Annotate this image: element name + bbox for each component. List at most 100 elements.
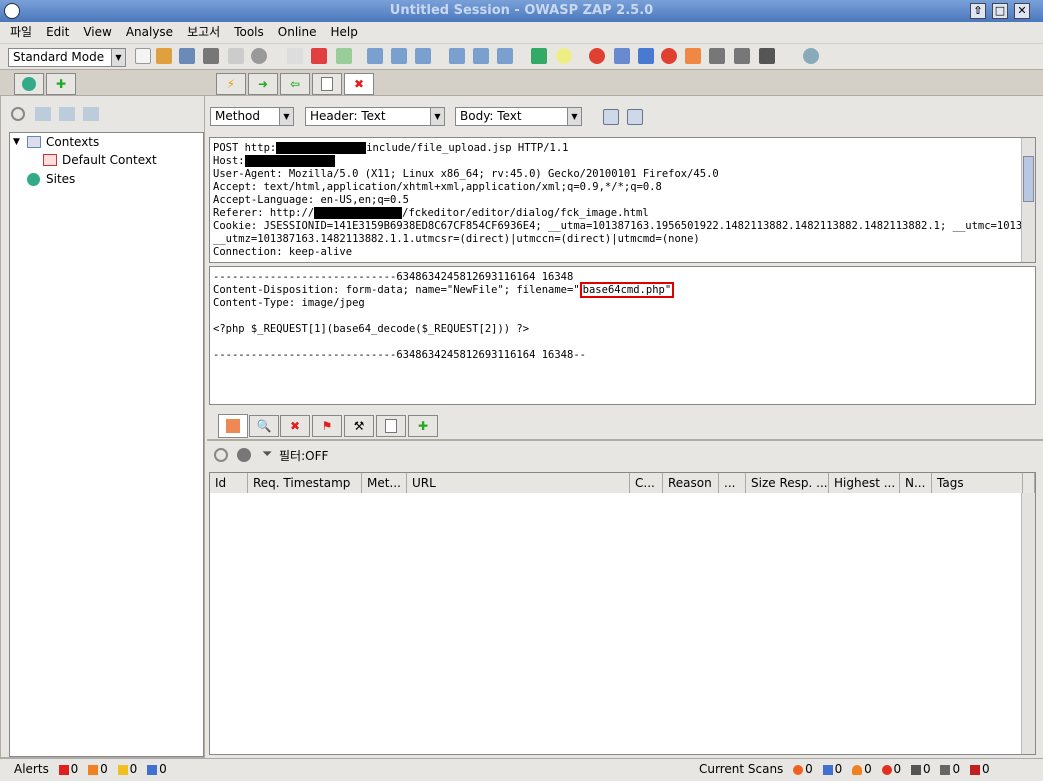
tree-contexts[interactable]: Contexts xyxy=(46,135,99,149)
method-value: Method xyxy=(215,109,261,123)
target-icon[interactable] xyxy=(11,107,25,121)
export-context-icon[interactable] xyxy=(83,107,99,121)
maximize-button[interactable]: □ xyxy=(992,3,1008,19)
menu-help[interactable]: Help xyxy=(326,22,361,42)
request-tab[interactable]: ➜ xyxy=(248,73,278,95)
hud-icon[interactable] xyxy=(759,48,775,64)
break-points-tab[interactable]: ✖ xyxy=(280,415,310,437)
add-context-icon[interactable] xyxy=(287,48,303,64)
filter-status[interactable]: 필터:OFF xyxy=(279,447,328,464)
column-chooser-icon[interactable] xyxy=(1023,473,1035,493)
snapshot-icon[interactable] xyxy=(203,48,219,64)
tools-tab[interactable]: ⚒ xyxy=(344,415,374,437)
fuzzer-icon[interactable] xyxy=(709,48,725,64)
window-title: Untitled Session - OWASP ZAP 2.5.0 xyxy=(389,3,654,18)
remove-context-icon[interactable] xyxy=(311,48,327,64)
tree-sites[interactable]: Sites xyxy=(46,172,75,186)
plugins-icon[interactable] xyxy=(734,48,750,64)
import-context-icon[interactable] xyxy=(59,107,75,121)
vertical-scrollbar[interactable] xyxy=(1021,493,1035,754)
header-view-select[interactable]: Header: Text ▼ xyxy=(305,107,445,126)
split-horizontal-icon[interactable] xyxy=(603,109,619,125)
request-body-text: -----------------------------63486342458… xyxy=(213,271,675,362)
lightbulb-icon[interactable] xyxy=(556,48,572,64)
col-id[interactable]: Id xyxy=(210,473,248,493)
request-header-panel[interactable]: POST http: include/file_upload.jsp HTTP/1… xyxy=(209,137,1036,263)
menu-analyse[interactable]: Analyse xyxy=(122,22,177,42)
response-tab[interactable]: ⇦ xyxy=(280,73,310,95)
redaction xyxy=(314,207,403,219)
col-reason[interactable]: Reason xyxy=(663,473,719,493)
add-tab-button[interactable]: ✚ xyxy=(46,73,76,95)
save-session-icon[interactable] xyxy=(179,48,195,64)
globe-filter-icon[interactable] xyxy=(237,448,251,462)
help-icon[interactable] xyxy=(803,48,819,64)
col-note[interactable]: N... xyxy=(900,473,932,493)
vertical-scrollbar[interactable] xyxy=(1021,138,1035,262)
search-tab[interactable]: 🔍 xyxy=(249,415,279,437)
pin-tabs-icon[interactable] xyxy=(473,48,489,64)
step-icon[interactable] xyxy=(614,48,630,64)
scroll-thumb[interactable] xyxy=(1023,156,1034,202)
expand-icon[interactable]: ▼ xyxy=(13,137,20,147)
options-gear-icon[interactable] xyxy=(251,48,267,64)
drop-icon[interactable] xyxy=(661,48,677,64)
new-session-icon[interactable] xyxy=(135,48,151,64)
menu-online[interactable]: Online xyxy=(274,22,321,42)
alerts-tab[interactable]: ⚑ xyxy=(312,415,342,437)
history-tab[interactable] xyxy=(218,414,248,438)
split-vertical-icon[interactable] xyxy=(627,109,643,125)
output-tab[interactable] xyxy=(376,415,406,437)
connection-header: Connection: keep-alive xyxy=(213,246,353,258)
scope-icon[interactable] xyxy=(531,48,547,64)
open-session-icon[interactable] xyxy=(156,48,172,64)
request-line-start: POST http: xyxy=(213,142,277,154)
menu-report[interactable]: 보고서 xyxy=(183,22,224,42)
col-highest-alert[interactable]: Highest ... xyxy=(829,473,900,493)
col-timestamp[interactable]: Req. Timestamp xyxy=(248,473,362,493)
quick-start-tab[interactable]: ⚡ xyxy=(216,73,246,95)
fuzz-count: 0 xyxy=(893,762,902,776)
col-code[interactable]: C... xyxy=(630,473,663,493)
close-window-button[interactable]: ✕ xyxy=(1014,3,1030,19)
minimize-button[interactable]: ⇧ xyxy=(970,3,986,19)
highlighted-filename: base64cmd.php" xyxy=(579,282,675,298)
bug-icon[interactable] xyxy=(685,48,701,64)
unpin-tabs-icon[interactable] xyxy=(497,48,513,64)
layout-tabs-icon[interactable] xyxy=(415,48,431,64)
method-select[interactable]: Method ▼ xyxy=(210,107,294,126)
tools-count: 0 xyxy=(952,762,961,776)
high-alert-flag-icon xyxy=(58,764,69,775)
layout-full-icon[interactable] xyxy=(367,48,383,64)
menu-view[interactable]: View xyxy=(79,22,115,42)
include-context-icon[interactable] xyxy=(336,48,352,64)
status-bar: Alerts 0 0 0 0 Current Scans 0 0 0 0 0 0… xyxy=(0,758,1043,781)
col-rtt[interactable]: ... xyxy=(719,473,746,493)
close-tab-button[interactable]: ✖ xyxy=(344,73,374,95)
col-url[interactable]: URL xyxy=(407,473,630,493)
break-tab[interactable] xyxy=(312,73,342,95)
accept-language-header: Accept-Language: en-US,en;q=0.5 xyxy=(213,194,409,206)
col-method[interactable]: Met... xyxy=(362,473,407,493)
referer-end: /fckeditor/editor/dialog/fck_image.html xyxy=(402,207,649,219)
continue-icon[interactable] xyxy=(638,48,654,64)
request-body-panel[interactable]: -----------------------------63486342458… xyxy=(209,266,1036,405)
body-view-select[interactable]: Body: Text ▼ xyxy=(455,107,582,126)
menu-tools[interactable]: Tools xyxy=(230,22,268,42)
break-on-all-icon[interactable] xyxy=(589,48,605,64)
menu-edit[interactable]: Edit xyxy=(42,22,73,42)
session-properties-icon[interactable] xyxy=(228,48,244,64)
target-icon[interactable] xyxy=(214,448,228,462)
layout-split-icon[interactable] xyxy=(391,48,407,64)
col-size[interactable]: Size Resp. ... xyxy=(746,473,829,493)
tree-default-context[interactable]: Default Context xyxy=(62,153,157,167)
new-context-icon[interactable] xyxy=(35,107,51,121)
mode-select[interactable]: Standard Mode ▼ xyxy=(8,48,126,67)
show-tabs-icon[interactable] xyxy=(449,48,465,64)
col-tags[interactable]: Tags xyxy=(932,473,1023,493)
filter-icon[interactable]: ⏷ xyxy=(262,447,272,462)
menu-file[interactable]: 파일 xyxy=(6,22,36,42)
sites-tab[interactable] xyxy=(14,73,44,95)
add-tab-button[interactable]: ✚ xyxy=(408,415,438,437)
chevron-down-icon: ▼ xyxy=(567,108,581,125)
